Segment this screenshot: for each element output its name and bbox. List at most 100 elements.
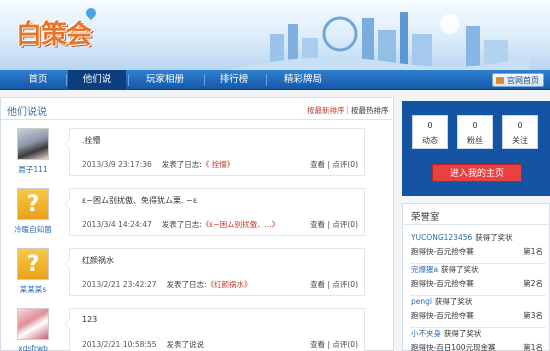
- post-link[interactable]: 《ε~困ム别扰傲、...》: [202, 220, 280, 229]
- they-say-panel: 他们说说 按最新排序 | 按最热排序 聂子111 .拴懵 2013/3/9 23…: [0, 97, 394, 351]
- post-link[interactable]: 《 拴懵》: [202, 160, 234, 169]
- post-link[interactable]: 《红颜祸水》: [207, 280, 252, 289]
- post-bubble: 红颜祸水 2013/2/21 23:42:27 发表了日志:《红颜祸水》 查看 |…: [64, 248, 365, 296]
- honor-room-panel: 荣誉室 YUCONG123456 获得了奖状 跑得快-百元抢夺赛 第1名 完爆猩…: [402, 203, 550, 351]
- post-time: 2013/3/9 23:17:36: [82, 160, 152, 169]
- stat-activity[interactable]: 0 动态: [412, 115, 448, 149]
- honor-item: 完爆猩a 获得了奖状 跑得快-百元抢夺赛 第2名: [411, 264, 545, 296]
- post-item: ? 冷暖自知菌 ε~困ム别扰傲、免得犹ム栗. ~ε 2013/3/4 14:24…: [1, 188, 393, 246]
- site-header: 白策会: [0, 0, 550, 70]
- honor-rank: 第1名: [523, 247, 543, 256]
- ops-divider: |: [327, 280, 330, 289]
- panel-title: 他们说说: [7, 107, 47, 118]
- honor-text: 获得了奖状: [434, 297, 473, 306]
- post-action: 发表了日志:: [166, 280, 207, 289]
- honor-text: 获得了奖状: [443, 329, 482, 338]
- stat-value: 0: [427, 121, 433, 130]
- post-content: ε~困ム别扰傲、免得犹ム栗. ~ε: [82, 196, 198, 205]
- post-time: 2013/2/21 23:42:27: [82, 280, 157, 289]
- panel-header: 他们说说 按最新排序 | 按最热排序: [1, 98, 393, 120]
- post-bubble: .拴懵 2013/3/9 23:17:36 发表了日志:《 拴懵》 查看 | 点评…: [64, 128, 365, 176]
- main-nav: 首页 他们说 玩家相册 排行榜 精彩牌局 官网首页: [0, 70, 550, 90]
- view-link[interactable]: 查看: [310, 220, 325, 229]
- honor-game: 跑得快-百元抢夺赛: [411, 279, 474, 288]
- post-ops: 查看 | 点评(0): [310, 279, 358, 290]
- honor-user[interactable]: 完爆猩a: [411, 265, 438, 274]
- enter-my-home-button[interactable]: 进入我的主页: [432, 164, 522, 182]
- honor-rank: 第1名: [523, 343, 543, 351]
- post-meta: 2013/2/21 10:58:55 发表了说说: [82, 339, 204, 350]
- ops-divider: |: [327, 220, 330, 229]
- default-avatar-icon: ?: [26, 252, 40, 277]
- stat-following[interactable]: 0 关注: [502, 115, 538, 149]
- post-username[interactable]: 聂子111: [9, 164, 57, 175]
- post-time: 2013/3/4 14:24:47: [82, 220, 152, 229]
- post-time: 2013/2/21 10:58:55: [82, 340, 157, 349]
- honor-text: 获得了奖状: [475, 233, 513, 242]
- honor-line: pengl 获得了奖状: [411, 296, 472, 307]
- honor-line: 小不夹身 获得了奖状: [411, 328, 481, 339]
- comment-link[interactable]: 点评(0): [332, 280, 358, 289]
- post-username[interactable]: xdsfrwb: [9, 344, 57, 351]
- nav-divider: [204, 74, 205, 86]
- avatar[interactable]: ?: [17, 248, 49, 280]
- honor-user[interactable]: pengl: [411, 297, 432, 306]
- post-content: .拴懵: [82, 136, 101, 145]
- post-action: 发表了日志:: [161, 160, 202, 169]
- post-bubble: ε~困ム别扰傲、免得犹ム栗. ~ε 2013/3/4 14:24:47 发表了日志…: [64, 188, 365, 236]
- view-link[interactable]: 查看: [310, 280, 325, 289]
- post-ops: 查看 | 点评(0): [310, 159, 358, 170]
- post-item: ? 某某某s 红颜祸水 2013/2/21 23:42:27 发表了日志:《红颜祸…: [1, 248, 393, 306]
- nav-divider: [66, 74, 67, 86]
- sort-divider: |: [346, 105, 349, 114]
- avatar[interactable]: ?: [17, 188, 49, 220]
- honor-user[interactable]: 小不夹身: [411, 329, 441, 338]
- comment-link[interactable]: 点评(0): [332, 160, 358, 169]
- avatar[interactable]: [17, 128, 49, 160]
- avatar[interactable]: [17, 308, 49, 340]
- honor-game: 跑得快-百元抢夺赛: [411, 311, 474, 320]
- official-home-button[interactable]: 官网首页: [492, 73, 544, 87]
- stat-value: 0: [472, 121, 478, 130]
- site-logo[interactable]: 白策会: [16, 14, 92, 51]
- nav-divider: [266, 74, 267, 86]
- nav-home[interactable]: 首页: [12, 70, 64, 90]
- honor-user[interactable]: YUCONG123456: [411, 233, 472, 242]
- comment-link[interactable]: 点评(0): [332, 340, 358, 349]
- honor-title: 荣誉室: [411, 212, 440, 223]
- post-username[interactable]: 某某某s: [9, 284, 57, 295]
- honor-line: YUCONG123456 获得了奖状: [411, 232, 513, 243]
- post-item: xdsfrwb 123 2013/2/21 10:58:55 发表了说说 查看 |…: [1, 308, 393, 351]
- nav-they-say[interactable]: 他们说: [68, 70, 126, 90]
- ops-divider: |: [327, 340, 330, 349]
- sort-newest-link[interactable]: 按最新排序: [307, 105, 345, 116]
- honor-text: 获得了奖状: [440, 265, 479, 274]
- honor-game: 跑得快-百元抢夺赛: [411, 247, 474, 256]
- post-ops: 查看 | 点评(0): [310, 219, 358, 230]
- comment-link[interactable]: 点评(0): [332, 220, 358, 229]
- honor-rank: 第3名: [523, 311, 543, 320]
- view-link[interactable]: 查看: [310, 160, 325, 169]
- nav-player-album[interactable]: 玩家相册: [130, 70, 200, 90]
- honor-divider: [403, 224, 549, 225]
- post-username[interactable]: 冷暖自知菌: [9, 224, 57, 235]
- stat-label: 粉丝: [467, 136, 483, 145]
- honor-game: 跑得快-百日100元现金赛: [411, 343, 496, 351]
- stat-label: 关注: [512, 136, 528, 145]
- post-content: 红颜祸水: [82, 256, 114, 265]
- sort-hottest-link[interactable]: 按最热排序: [351, 105, 389, 116]
- view-link[interactable]: 查看: [310, 340, 325, 349]
- honor-item: YUCONG123456 获得了奖状 跑得快-百元抢夺赛 第1名: [411, 232, 545, 264]
- post-content: 123: [82, 315, 98, 324]
- post-meta: 2013/2/21 23:42:27 发表了日志:《红颜祸水》: [82, 279, 252, 290]
- nav-highlight-games[interactable]: 精彩牌局: [268, 70, 338, 90]
- post-ops: 查看 | 点评(0): [310, 339, 358, 350]
- post-action: 发表了日志:: [161, 220, 202, 229]
- nav-leaderboard[interactable]: 排行榜: [206, 70, 262, 90]
- stat-fans[interactable]: 0 粉丝: [457, 115, 493, 149]
- stat-label: 动态: [422, 136, 438, 145]
- honor-rank: 第2名: [523, 279, 543, 288]
- ops-divider: |: [327, 160, 330, 169]
- post-meta: 2013/3/4 14:24:47 发表了日志:《ε~困ム别扰傲、...》: [82, 219, 279, 230]
- post-meta: 2013/3/9 23:17:36 发表了日志:《 拴懵》: [82, 159, 234, 170]
